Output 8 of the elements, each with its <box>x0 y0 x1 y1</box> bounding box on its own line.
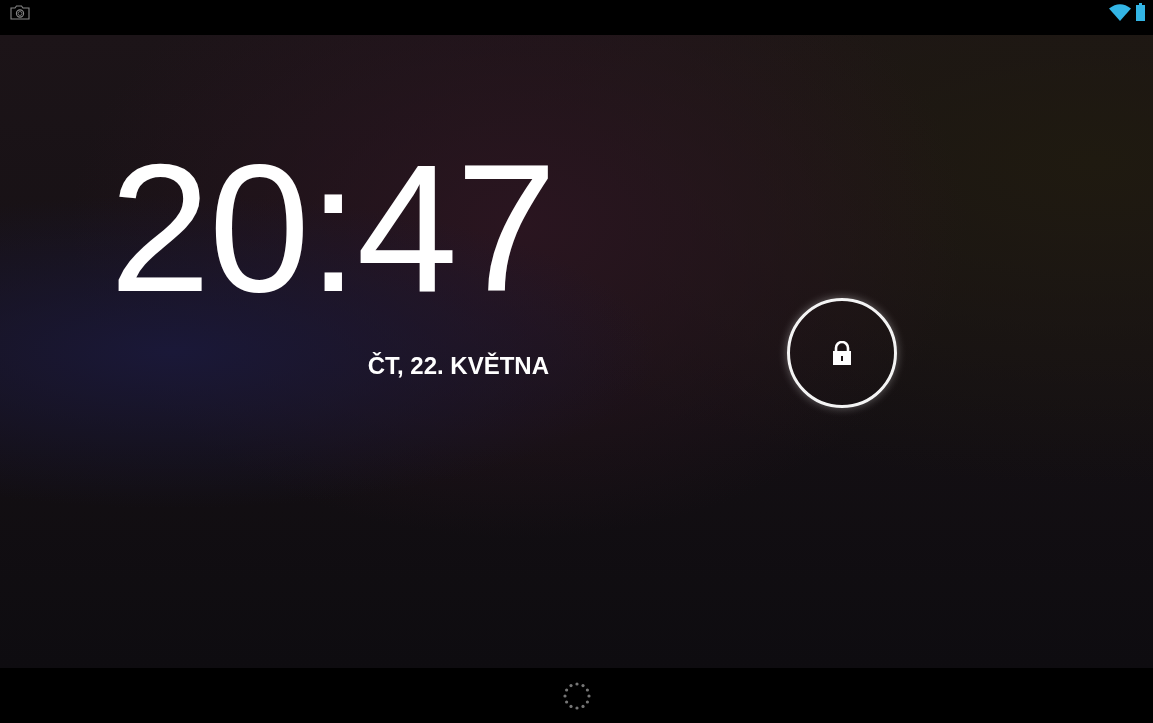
unlock-handle[interactable] <box>787 298 897 408</box>
loading-spinner-icon <box>562 681 591 710</box>
padlock-icon <box>832 341 852 365</box>
battery-icon <box>1136 2 1145 21</box>
camera-icon[interactable] <box>10 5 30 20</box>
clock-date: ČT, 22. KVĚTNA <box>367 352 549 380</box>
clock-time: 20:47 <box>109 137 555 319</box>
wifi-icon <box>1109 3 1131 21</box>
